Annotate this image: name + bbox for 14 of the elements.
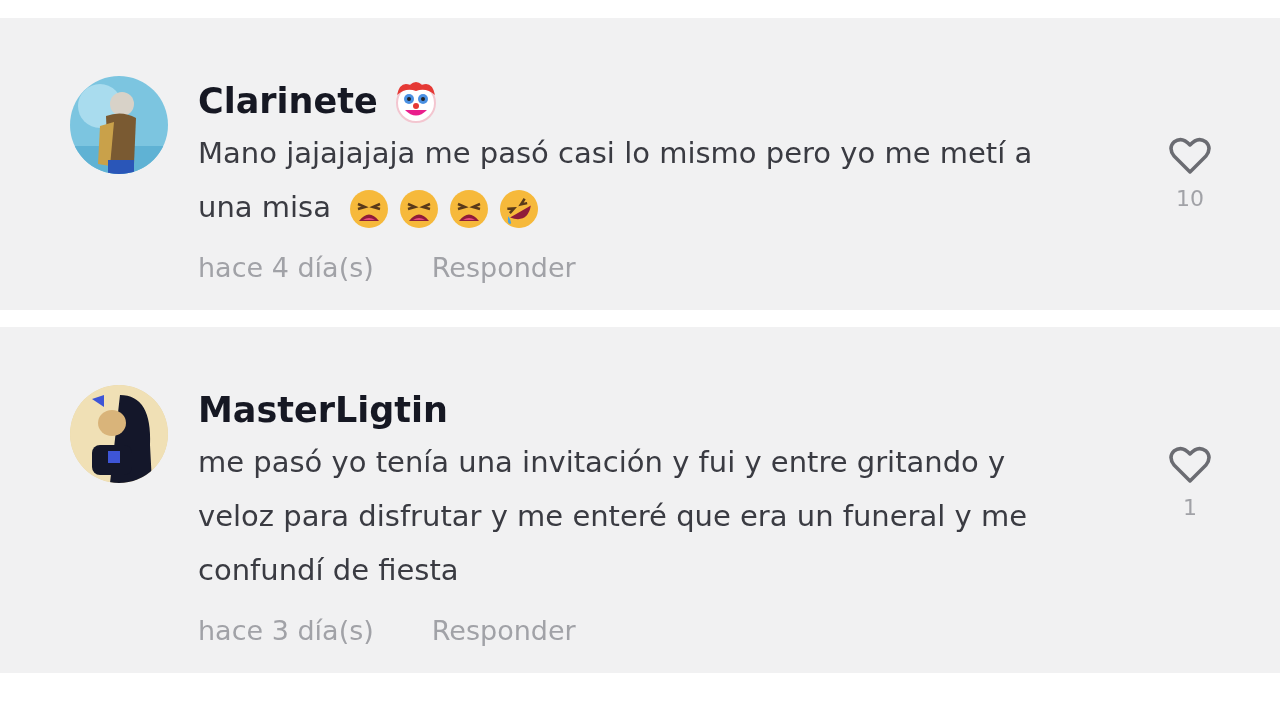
like-count: 1	[1183, 495, 1197, 520]
timestamp: hace 4 día(s)	[198, 251, 374, 285]
comment-text: me pasó yo tenía una invitación y fui y entre gritando y veloz para disfrutar y me enteré que era un funeral y me confundí de fiesta	[198, 444, 1028, 589]
laughing-face-icon	[498, 188, 541, 230]
weary-face-icon	[448, 188, 491, 230]
weary-face-icon	[398, 188, 441, 230]
username[interactable]: MasterLigtin	[198, 390, 448, 430]
like-count: 10	[1176, 186, 1204, 211]
weary-face-icon	[348, 188, 391, 230]
timestamp: hace 3 día(s)	[198, 614, 374, 648]
heart-icon[interactable]	[1168, 445, 1212, 485]
comment-text: Mano jajajajaja me pasó casi lo mismo pero yo me metí a una misa	[198, 126, 1048, 234]
heart-icon[interactable]	[1168, 136, 1212, 176]
username[interactable]: Clarinete	[198, 81, 378, 121]
